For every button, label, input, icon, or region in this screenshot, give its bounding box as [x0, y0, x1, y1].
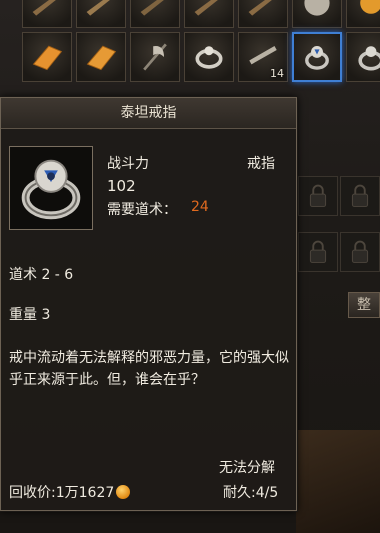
inventory-slot-selected[interactable]	[292, 32, 342, 82]
durability: 耐久:4/5	[223, 485, 279, 501]
shield-icon	[304, 0, 330, 16]
inventory-slot[interactable]	[130, 32, 180, 82]
inventory-slot[interactable]	[184, 32, 234, 82]
cannot-decompose-label: 无法分解	[219, 460, 275, 476]
inventory-slot[interactable]	[76, 32, 126, 82]
item-type: 戒指	[247, 156, 275, 172]
coin-icon	[360, 0, 380, 14]
sort-button[interactable]: 整	[348, 292, 380, 318]
recycle-price: 回收价:1万1627	[9, 482, 131, 502]
lock-icon	[309, 240, 327, 263]
lock-icon	[309, 184, 327, 207]
lock-icon	[351, 184, 369, 207]
inventory-slot[interactable]	[22, 0, 72, 28]
battle-axe-icon	[143, 43, 167, 71]
inventory-slot[interactable]	[346, 32, 380, 82]
locked-slot	[340, 232, 380, 272]
locked-slots-panel: 整	[296, 96, 380, 426]
musket-icon	[86, 0, 110, 16]
musket-icon	[248, 0, 272, 16]
gold-bar-icon	[32, 45, 63, 71]
musket-icon	[32, 0, 56, 16]
locked-slot	[298, 176, 338, 216]
item-icon-frame	[9, 146, 93, 230]
scene-backdrop	[296, 430, 380, 533]
weight-line: 重量 3	[9, 307, 51, 323]
silver-ring-icon	[358, 46, 380, 71]
inventory-slot[interactable]	[238, 0, 288, 28]
gold-bar-icon	[86, 45, 117, 71]
inventory-slot[interactable]	[130, 0, 180, 28]
gold-coin-icon	[116, 485, 131, 499]
inventory-slot[interactable]	[346, 0, 380, 28]
inventory-slot[interactable]	[22, 32, 72, 82]
recycle-price-text: 回收价:1万1627	[9, 485, 115, 501]
inventory-slot[interactable]: 14	[238, 32, 288, 82]
power-label: 战斗力	[107, 156, 149, 172]
item-name: 泰坦戒指	[1, 98, 296, 129]
item-tooltip: 泰坦戒指 战斗力 戒指 102 需要道术： 24 道术 2 - 6 重量 3 戒…	[0, 97, 297, 511]
locked-slot	[340, 176, 380, 216]
locked-slot	[298, 232, 338, 272]
inventory-slot[interactable]	[76, 0, 126, 28]
requirement-value: 24	[191, 199, 209, 215]
stat-line: 道术 2 - 6	[9, 267, 74, 283]
titan-ring-icon	[305, 45, 329, 70]
inventory-slot[interactable]	[292, 0, 342, 28]
inventory-slot[interactable]	[184, 0, 234, 28]
lock-icon	[351, 240, 369, 263]
requirement-label: 需要道术：	[107, 202, 177, 218]
titan-ring-icon	[21, 159, 81, 220]
power-value: 102	[107, 177, 136, 195]
item-count: 14	[270, 67, 284, 80]
item-description: 戒中流动着无法解释的邪恶力量，它的强大似乎正来源于此。但，谁会在乎？	[9, 350, 289, 388]
musket-icon	[194, 0, 218, 16]
musket-icon	[140, 0, 164, 16]
silver-ring-icon	[195, 46, 223, 69]
